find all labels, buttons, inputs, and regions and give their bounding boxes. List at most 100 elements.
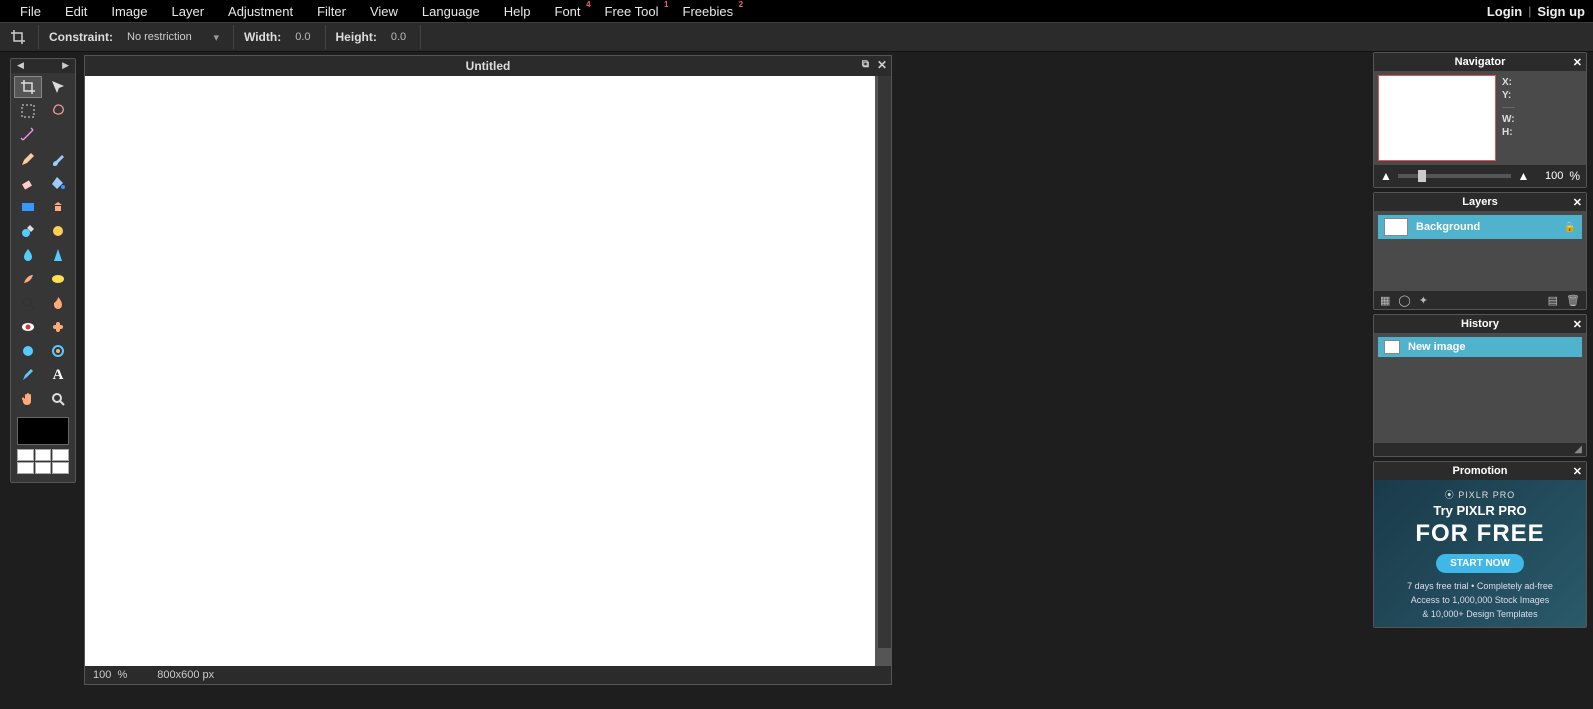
menu-layer[interactable]: Layer: [160, 1, 217, 22]
canvas[interactable]: [85, 76, 875, 666]
panel-title-text: Layers: [1462, 196, 1497, 208]
tool-empty: [44, 124, 72, 146]
close-icon[interactable]: ✕: [1573, 194, 1582, 212]
pencil-tool[interactable]: [14, 148, 42, 170]
zoom-slider[interactable]: [1398, 174, 1512, 178]
move-tool[interactable]: [44, 76, 72, 98]
zoom-out-icon[interactable]: ▲: [1380, 169, 1392, 183]
nav-zoom-value: 100: [1535, 170, 1563, 182]
menu-label: View: [370, 4, 398, 19]
menu-free-tool[interactable]: Free Tool1: [593, 1, 671, 22]
menu-label: Language: [422, 4, 480, 19]
constraint-select[interactable]: No restriction: [123, 29, 223, 46]
clone-stamp-tool[interactable]: [44, 196, 72, 218]
navigator-body: X: Y: W: H:: [1374, 71, 1586, 165]
new-layer-icon[interactable]: ▦: [1380, 294, 1390, 307]
type-tool[interactable]: A: [44, 364, 72, 386]
login-link[interactable]: Login: [1487, 4, 1522, 19]
lasso-tool[interactable]: [44, 100, 72, 122]
navigator-panel: Navigator✕ X: Y: W: H: ▲ ▲ 100 %: [1373, 52, 1587, 188]
navigator-title[interactable]: Navigator✕: [1374, 53, 1586, 71]
promo-start-button[interactable]: START NOW: [1436, 554, 1524, 573]
brush-tool[interactable]: [44, 148, 72, 170]
palette-cell[interactable]: [17, 449, 34, 461]
foreground-color-swatch[interactable]: [17, 417, 69, 445]
layer-row[interactable]: Background 🔒: [1378, 215, 1582, 239]
toolbox-next-icon[interactable]: ▶: [62, 60, 69, 72]
zoom-unit: %: [117, 669, 127, 681]
hand-tool[interactable]: [14, 388, 42, 410]
close-icon[interactable]: ✕: [1573, 54, 1582, 72]
drawing-tool[interactable]: [44, 220, 72, 242]
eraser-tool[interactable]: [14, 172, 42, 194]
close-icon[interactable]: ✕: [1573, 316, 1582, 334]
palette-cell[interactable]: [52, 449, 69, 461]
lock-icon[interactable]: 🔒: [1564, 222, 1576, 233]
menu-help[interactable]: Help: [492, 1, 543, 22]
marquee-tool[interactable]: [14, 100, 42, 122]
layer-mask-icon[interactable]: ◯: [1398, 294, 1410, 307]
layer-settings-icon[interactable]: ▤: [1548, 294, 1558, 307]
zoom-slider-thumb[interactable]: [1418, 170, 1426, 182]
canvas-scrollbar[interactable]: [877, 76, 891, 648]
burn-tool[interactable]: [44, 292, 72, 314]
sharpen-tool[interactable]: [44, 244, 72, 266]
zoom-tool[interactable]: [44, 388, 72, 410]
promotion-title[interactable]: Promotion✕: [1374, 462, 1586, 480]
blur-tool[interactable]: [14, 244, 42, 266]
history-row[interactable]: New image: [1378, 337, 1582, 357]
menu-view[interactable]: View: [358, 1, 410, 22]
menu-adjustment[interactable]: Adjustment: [216, 1, 305, 22]
close-icon[interactable]: ✕: [877, 58, 887, 72]
menu-language[interactable]: Language: [410, 1, 492, 22]
tool-grid: A: [11, 73, 75, 413]
palette-cell[interactable]: [35, 462, 52, 474]
menu-filter[interactable]: Filter: [305, 1, 358, 22]
resize-grip[interactable]: ◢: [1374, 443, 1586, 456]
menu-label: Font: [555, 4, 581, 19]
menu-font[interactable]: Font4: [543, 1, 593, 22]
navigator-preview[interactable]: [1378, 75, 1496, 161]
bloat-tool[interactable]: [14, 340, 42, 362]
nav-x-label: X:: [1502, 77, 1515, 88]
canvas-area: [85, 76, 891, 666]
spot-heal-tool[interactable]: [44, 316, 72, 338]
maximize-icon[interactable]: ⧉: [862, 59, 869, 70]
close-icon[interactable]: ✕: [1573, 463, 1582, 481]
smudge-tool[interactable]: [14, 268, 42, 290]
zoom-in-icon[interactable]: ▲: [1517, 169, 1529, 183]
gradient-tool[interactable]: [14, 196, 42, 218]
palette-cell[interactable]: [17, 462, 34, 474]
toolbox-prev-icon[interactable]: ◀: [17, 60, 24, 72]
dodge-tool[interactable]: [14, 292, 42, 314]
history-title[interactable]: History ✕: [1374, 315, 1586, 333]
panel-title-text: History: [1461, 318, 1499, 330]
height-input[interactable]: 0.0: [387, 30, 410, 44]
menu-edit[interactable]: Edit: [53, 1, 99, 22]
menu-bar-right: Login | Sign up: [1487, 4, 1585, 19]
width-input[interactable]: 0.0: [291, 30, 314, 44]
wand-tool[interactable]: [14, 124, 42, 146]
red-eye-tool[interactable]: [14, 316, 42, 338]
layers-footer: ▦ ◯ ✦ ▤ 🗑: [1374, 291, 1586, 309]
palette-cell[interactable]: [52, 462, 69, 474]
crop-tool[interactable]: [14, 76, 42, 98]
paint-bucket-tool[interactable]: [44, 172, 72, 194]
pinch-tool[interactable]: [44, 340, 72, 362]
color-replace-tool[interactable]: [14, 220, 42, 242]
colorpicker-tool[interactable]: [14, 364, 42, 386]
layer-thumbnail: [1384, 218, 1408, 236]
nav-y-label: Y:: [1502, 90, 1515, 101]
menu-file[interactable]: File: [8, 1, 53, 22]
delete-layer-icon[interactable]: 🗑: [1566, 294, 1580, 307]
palette-cell[interactable]: [35, 449, 52, 461]
layer-fx-icon[interactable]: ✦: [1419, 294, 1428, 307]
height-label: Height:: [336, 30, 377, 44]
canvas-titlebar[interactable]: Untitled ⧉ ✕: [85, 56, 891, 76]
menu-freebies[interactable]: Freebies2: [671, 1, 746, 22]
menu-image[interactable]: Image: [99, 1, 159, 22]
layer-name: Background: [1416, 221, 1480, 233]
signup-link[interactable]: Sign up: [1537, 4, 1585, 19]
sponge-tool[interactable]: [44, 268, 72, 290]
layers-title[interactable]: Layers ✕: [1374, 193, 1586, 211]
